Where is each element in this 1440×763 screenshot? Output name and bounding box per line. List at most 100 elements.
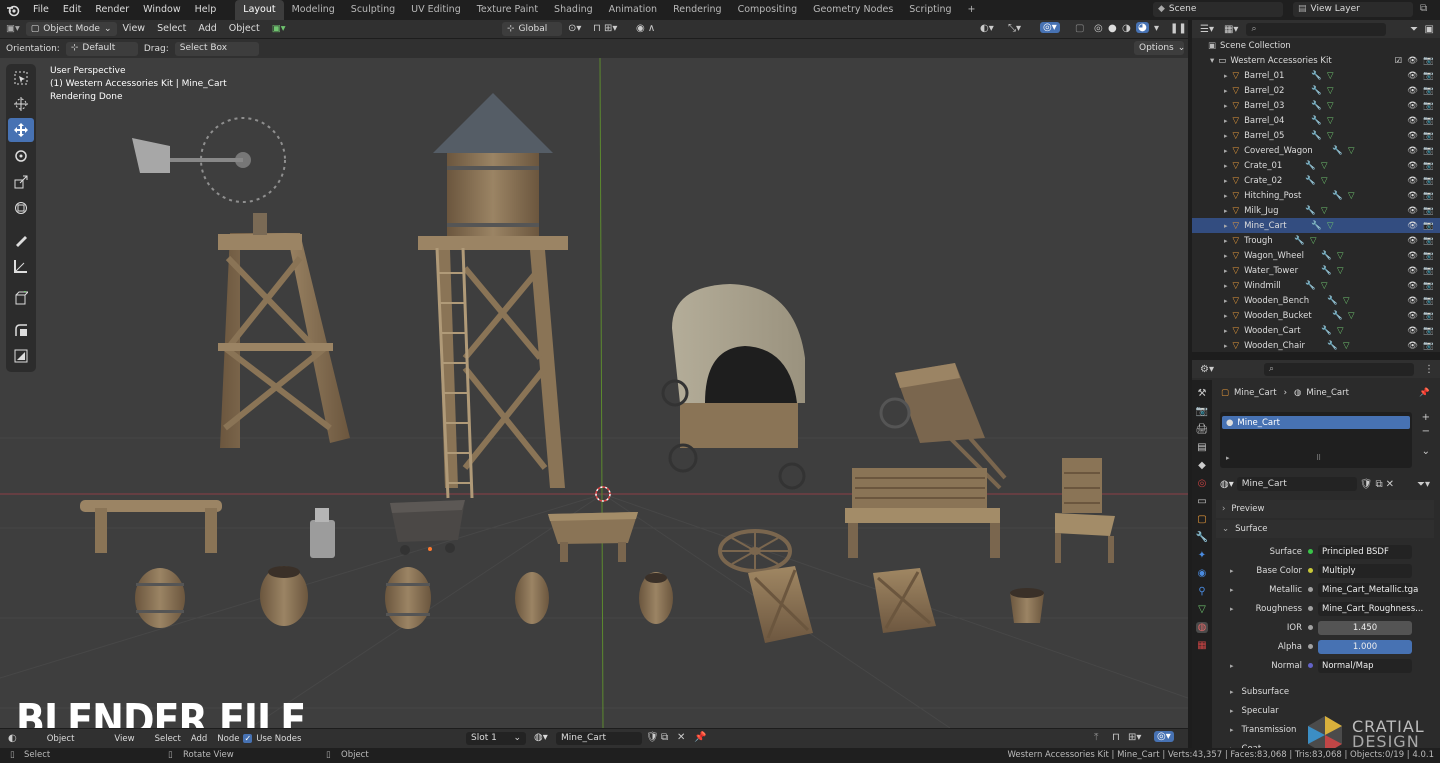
node-editor-icon[interactable]: ◐	[8, 733, 17, 744]
expand-arrow-icon[interactable]: ▸	[1224, 342, 1228, 350]
socket-icon[interactable]	[1308, 549, 1313, 554]
outliner-item[interactable]: ▸ ▽ Wooden_Cart 🔧 ▽ 👁 📷	[1192, 323, 1440, 338]
blender-logo-icon[interactable]	[5, 2, 21, 18]
menu-add[interactable]: Add	[192, 20, 222, 38]
tab-layout[interactable]: Layout	[235, 0, 284, 20]
shading-options-icon[interactable]: ▾	[1154, 23, 1159, 34]
socket-icon[interactable]	[1308, 606, 1313, 611]
tool-tab-icon[interactable]: ⚒	[1198, 388, 1207, 399]
eye-icon[interactable]: 👁	[1407, 341, 1418, 351]
tab-compositing[interactable]: Compositing	[730, 0, 806, 20]
modifier-icon[interactable]: 🔧	[1311, 86, 1322, 96]
menu-add[interactable]: Add	[191, 734, 207, 744]
modifier-icon[interactable]: 🔧	[1321, 266, 1332, 276]
camera-icon[interactable]: 📷	[1423, 281, 1434, 291]
expand-arrow-icon[interactable]: ▸	[1224, 237, 1228, 245]
outliner-search-input[interactable]: ⌕	[1246, 22, 1387, 36]
modifier-icon[interactable]: 🔧	[1305, 161, 1316, 171]
3d-viewport[interactable]: User Perspective (1) Western Accessories…	[0, 58, 1188, 728]
material-shading-icon[interactable]: ◑	[1122, 23, 1131, 34]
expand-arrow-icon[interactable]: ▸	[1226, 454, 1230, 462]
camera-icon[interactable]: 📷	[1423, 206, 1434, 216]
mesh-data-icon[interactable]: ▽	[1337, 251, 1344, 261]
pin-icon[interactable]: 📌	[1419, 388, 1430, 398]
camera-icon[interactable]: 📷	[1423, 161, 1434, 171]
mesh-data-icon[interactable]: ▽	[1327, 101, 1334, 111]
tab-geometry-nodes[interactable]: Geometry Nodes	[805, 0, 901, 20]
modifier-icon[interactable]: 🔧	[1327, 296, 1338, 306]
properties-editor-icon[interactable]: ⚙▾	[1200, 364, 1214, 375]
modifier-icon[interactable]: 🔧	[1305, 176, 1316, 186]
browse-material-icon[interactable]: ◍▾	[534, 732, 548, 743]
surface-subpanel-header[interactable]: ▸ Subsurface	[1216, 682, 1434, 701]
mesh-data-icon[interactable]: ▽	[1337, 266, 1344, 276]
constraints-tab-icon[interactable]: ⚲	[1198, 586, 1205, 597]
exclude-checkbox[interactable]: ☑	[1395, 56, 1402, 65]
parent-node-icon[interactable]: ⤒	[1094, 732, 1098, 743]
camera-icon[interactable]: 📷	[1423, 296, 1434, 306]
material-name-field[interactable]: Mine_Cart	[1236, 477, 1357, 491]
world-tab-icon[interactable]: ◎	[1198, 478, 1207, 489]
menu-node[interactable]: Node	[217, 734, 239, 744]
mesh-data-icon[interactable]: ▽	[1310, 236, 1317, 246]
modifier-icon[interactable]: 🔧	[1332, 191, 1343, 201]
add-cube-icon[interactable]	[8, 286, 34, 310]
tab-sculpting[interactable]: Sculpting	[343, 0, 403, 20]
camera-icon[interactable]: 📷	[1423, 86, 1434, 96]
menu-select[interactable]: Select	[151, 20, 192, 38]
outliner-item[interactable]: ▸ ▽ Covered_Wagon 🔧 ▽ 👁 📷	[1192, 143, 1440, 158]
node-material-field[interactable]: Mine_Cart	[556, 732, 642, 745]
pause-render-icon[interactable]: ❚❚	[1170, 23, 1187, 34]
unlink-icon[interactable]: ✕	[677, 732, 685, 743]
menu-window[interactable]: Window	[136, 0, 187, 20]
transform-icon[interactable]	[8, 196, 34, 220]
outliner-item[interactable]: ▸ ▽ Barrel_03 🔧 ▽ 👁 📷	[1192, 98, 1440, 113]
outliner-item[interactable]: ▸ ▽ Trough 🔧 ▽ 👁 📷	[1192, 233, 1440, 248]
eye-icon[interactable]: 👁	[1407, 206, 1418, 216]
object-tab-icon[interactable]: ▢	[1197, 514, 1206, 525]
rotate-icon[interactable]	[8, 144, 34, 168]
wireframe-shading-icon[interactable]: ◎	[1094, 23, 1103, 34]
expand-arrow-icon[interactable]: ▸	[1224, 267, 1228, 275]
fake-user-icon[interactable]: 🛡	[646, 732, 659, 743]
menu-object[interactable]: Object	[223, 20, 266, 38]
snap-icon[interactable]: ⊓	[1112, 732, 1120, 743]
expand-arrow-icon[interactable]: ▸	[1224, 132, 1228, 140]
options-button[interactable]: Options ⌄	[1134, 41, 1185, 55]
camera-icon[interactable]: 📷	[1423, 266, 1434, 276]
data-tab-icon[interactable]: ▽	[1198, 604, 1206, 615]
expand-arrow-icon[interactable]: ▸	[1224, 147, 1228, 155]
expand-arrow-icon[interactable]: ▸	[1224, 87, 1228, 95]
camera-icon[interactable]: 📷	[1423, 326, 1434, 336]
outliner-item[interactable]: ▸ ▽ Barrel_01 🔧 ▽ 👁 📷	[1192, 68, 1440, 83]
drag-selector[interactable]: Select Box	[174, 41, 259, 56]
shear-icon[interactable]	[8, 344, 34, 368]
outliner-item[interactable]: ▸ ▽ Crate_01 🔧 ▽ 👁 📷	[1192, 158, 1440, 173]
scale-icon[interactable]	[8, 170, 34, 194]
view-layer-selector[interactable]: ▤ View Layer	[1293, 2, 1413, 17]
mesh-data-icon[interactable]: ▽	[1321, 281, 1328, 291]
display-mode-icon[interactable]: ▦▾	[1224, 24, 1238, 35]
expand-arrow-icon[interactable]: ▸	[1224, 162, 1228, 170]
eye-icon[interactable]: 👁	[1407, 146, 1418, 156]
property-value-field[interactable]: 1.000	[1318, 639, 1412, 654]
outliner-item[interactable]: ▸ ▽ Barrel_02 🔧 ▽ 👁 📷	[1192, 83, 1440, 98]
modifier-tab-icon[interactable]: 🔧	[1196, 532, 1208, 543]
mode-selector[interactable]: ▢ Object Mode ⌄	[25, 22, 117, 36]
camera-icon[interactable]: 📷	[1423, 131, 1434, 141]
modifier-icon[interactable]: 🔧	[1311, 116, 1322, 126]
outliner-item[interactable]: ▸ ▽ Mine_Cart 🔧 ▽ 👁 📷	[1192, 218, 1440, 233]
remove-slot-icon[interactable]: −	[1422, 426, 1430, 437]
outliner-item[interactable]: ▸ ▽ Wooden_Bucket 🔧 ▽ 👁 📷	[1192, 308, 1440, 323]
modifier-icon[interactable]: 🔧	[1311, 131, 1322, 141]
extrude-icon[interactable]	[8, 318, 34, 342]
view-layer-tab-icon[interactable]: ▤	[1197, 442, 1206, 453]
modifier-icon[interactable]: 🔧	[1311, 71, 1322, 81]
mesh-data-icon[interactable]: ▽	[1343, 341, 1350, 351]
preview-panel-header[interactable]: › Preview	[1216, 500, 1434, 518]
menu-file[interactable]: File	[26, 0, 56, 20]
mesh-data-icon[interactable]: ▽	[1321, 206, 1328, 216]
mesh-data-icon[interactable]: ▽	[1343, 296, 1350, 306]
eye-icon[interactable]: 👁	[1407, 71, 1418, 81]
property-value-field[interactable]: Mine_Cart_Metallic.tga	[1318, 582, 1418, 597]
